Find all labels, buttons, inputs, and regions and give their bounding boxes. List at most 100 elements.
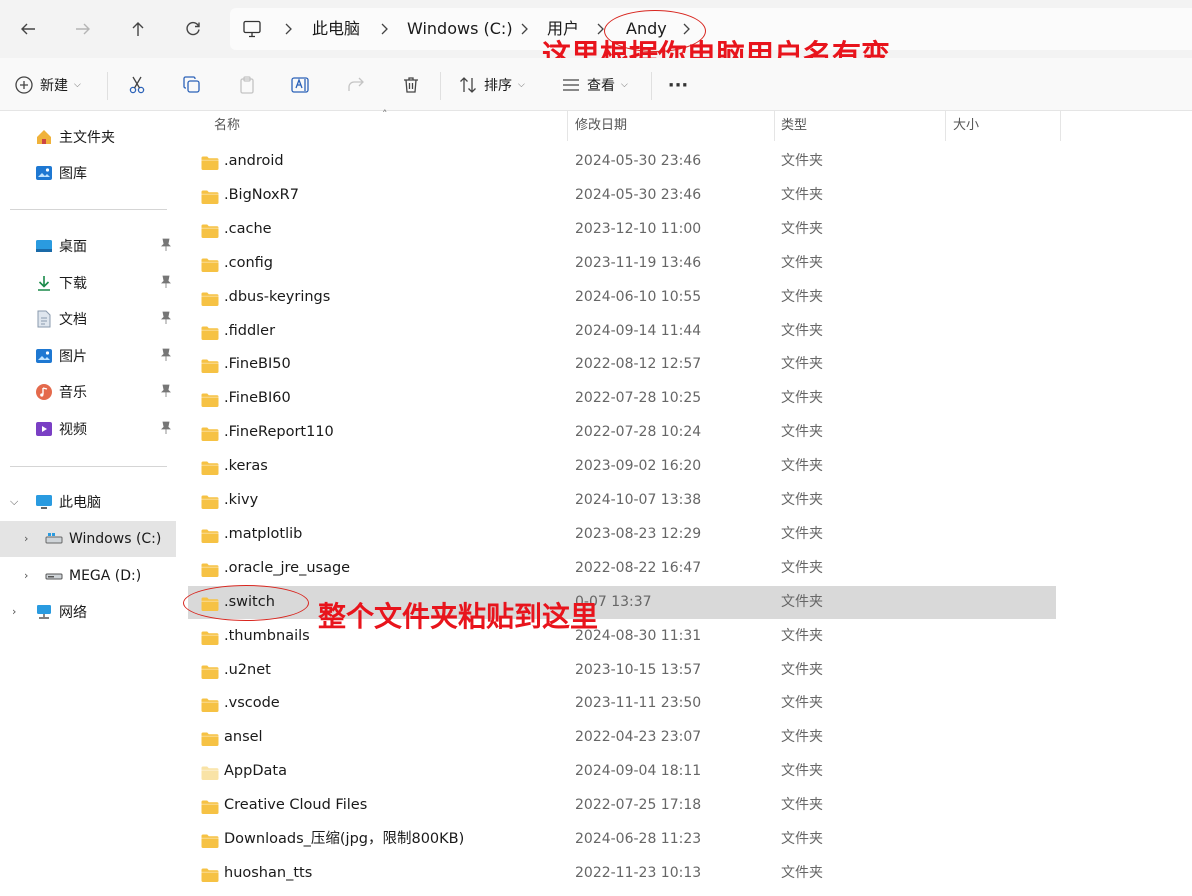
chevron-right-icon[interactable]: › bbox=[12, 605, 16, 618]
chevron-down-icon: ⌵ bbox=[621, 80, 628, 90]
paste-button[interactable] bbox=[234, 68, 260, 102]
pc-icon bbox=[35, 493, 53, 511]
rename-button[interactable] bbox=[288, 68, 314, 102]
breadcrumb-this-pc[interactable]: 此电脑 bbox=[312, 8, 360, 50]
pin-icon[interactable] bbox=[160, 238, 172, 256]
delete-button[interactable] bbox=[398, 68, 424, 102]
file-name: .oracle_jre_usage bbox=[224, 559, 351, 576]
sidebar-item-network[interactable]: 网络 bbox=[35, 594, 175, 630]
pin-icon[interactable] bbox=[160, 311, 172, 329]
file-name: .BigNoxR7 bbox=[224, 186, 299, 203]
chevron-right-icon[interactable]: › bbox=[24, 569, 28, 582]
file-row[interactable]: .android 2024-05-30 23:46 文件夹 bbox=[188, 145, 1056, 178]
file-type: 文件夹 bbox=[781, 864, 823, 881]
pin-icon[interactable] bbox=[160, 348, 172, 366]
file-date: 2022-08-22 16:47 bbox=[575, 559, 702, 576]
sidebar-item-label: 音乐 bbox=[59, 385, 87, 401]
share-button[interactable] bbox=[343, 68, 369, 102]
back-button[interactable] bbox=[10, 10, 46, 48]
file-date: 2024-10-07 13:38 bbox=[575, 492, 702, 508]
file-row[interactable]: .config 2023-11-19 13:46 文件夹 bbox=[188, 247, 1056, 280]
pin-icon[interactable] bbox=[160, 275, 172, 293]
sidebar-item-label: 图库 bbox=[59, 166, 87, 182]
file-row[interactable]: AppData 2024-09-04 18:11 文件夹 bbox=[188, 755, 1056, 788]
new-label: 新建 bbox=[40, 78, 68, 94]
arrow-right-icon bbox=[76, 23, 90, 35]
sidebar-item-label: Windows (C:) bbox=[69, 531, 162, 547]
column-header-size[interactable]: 大小 bbox=[953, 111, 979, 141]
file-row[interactable]: .oracle_jre_usage 2022-08-22 16:47 文件夹 bbox=[188, 552, 1056, 585]
new-button[interactable]: 新建 ⌵ bbox=[14, 68, 81, 102]
file-type: 文件夹 bbox=[781, 390, 823, 407]
up-button[interactable] bbox=[120, 10, 156, 48]
column-header-type[interactable]: 类型 bbox=[781, 111, 807, 141]
file-row[interactable]: .FineBI50 2022-08-12 12:57 文件夹 bbox=[188, 348, 1056, 381]
sidebar-item-downloads[interactable]: 下载 bbox=[35, 265, 176, 301]
file-row[interactable]: .vscode 2023-11-11 23:50 文件夹 bbox=[188, 687, 1056, 720]
cut-button[interactable] bbox=[124, 68, 150, 102]
chevron-right-icon[interactable]: › bbox=[24, 532, 28, 545]
column-divider[interactable] bbox=[774, 111, 775, 141]
sidebar-item-music[interactable]: 音乐 bbox=[35, 374, 176, 410]
file-type: 文件夹 bbox=[781, 458, 823, 475]
file-row[interactable]: huoshan_tts 2022-11-23 10:13 文件夹 bbox=[188, 857, 1056, 890]
chevron-down-icon[interactable]: ⌵ bbox=[10, 495, 18, 509]
file-name: .android bbox=[224, 153, 284, 169]
file-row[interactable]: .fiddler 2024-09-14 11:44 文件夹 bbox=[188, 315, 1056, 348]
home-icon bbox=[35, 128, 53, 146]
copy-button[interactable] bbox=[179, 68, 205, 102]
file-date: 2024-05-30 23:46 bbox=[575, 186, 702, 203]
file-type: 文件夹 bbox=[781, 729, 823, 746]
folder-icon bbox=[201, 528, 219, 547]
file-row[interactable]: .BigNoxR7 2024-05-30 23:46 文件夹 bbox=[188, 179, 1056, 212]
rename-icon bbox=[291, 77, 309, 93]
pin-icon[interactable] bbox=[160, 384, 172, 402]
file-row[interactable]: .FineReport110 2022-07-28 10:24 文件夹 bbox=[188, 416, 1056, 449]
file-name: .config bbox=[224, 254, 273, 271]
file-row[interactable]: .kivy 2024-10-07 13:38 文件夹 bbox=[188, 484, 1056, 517]
file-name: .u2net bbox=[224, 661, 271, 678]
folder-icon bbox=[201, 223, 219, 242]
file-row[interactable]: .keras 2023-09-02 16:20 文件夹 bbox=[188, 450, 1056, 483]
file-type: 文件夹 bbox=[781, 661, 823, 678]
pin-icon[interactable] bbox=[160, 421, 172, 439]
file-row[interactable]: .FineBI60 2022-07-28 10:25 文件夹 bbox=[188, 382, 1056, 415]
file-row[interactable]: .u2net 2023-10-15 13:57 文件夹 bbox=[188, 654, 1056, 687]
file-date: 2024-09-14 11:44 bbox=[575, 322, 702, 339]
sidebar-item-pictures[interactable]: 图片 bbox=[35, 338, 176, 374]
column-header-name[interactable]: 名称 bbox=[214, 111, 240, 141]
file-date: 2022-07-25 17:18 bbox=[575, 797, 702, 814]
more-options-button[interactable]: ··· bbox=[664, 68, 692, 102]
file-type: 文件夹 bbox=[781, 559, 823, 576]
file-row[interactable]: ansel 2022-04-23 23:07 文件夹 bbox=[188, 721, 1056, 754]
file-type: 文件夹 bbox=[781, 525, 823, 542]
file-type: 文件夹 bbox=[781, 322, 823, 339]
sidebar-item-windows-c[interactable]: Windows (C:) bbox=[45, 521, 175, 557]
forward-button[interactable] bbox=[65, 10, 101, 48]
file-row[interactable]: .dbus-keyrings 2024-06-10 10:55 文件夹 bbox=[188, 281, 1056, 314]
file-row[interactable]: .cache 2023-12-10 11:00 文件夹 bbox=[188, 213, 1056, 246]
sidebar-item-desktop[interactable]: 桌面 bbox=[35, 228, 176, 264]
sidebar-item-gallery[interactable]: 图库 bbox=[35, 155, 175, 191]
file-row[interactable]: .matplotlib 2023-08-23 12:29 文件夹 bbox=[188, 518, 1056, 551]
sidebar-item-documents[interactable]: 文档 bbox=[35, 301, 176, 337]
file-row[interactable]: Creative Cloud Files 2022-07-25 17:18 文件夹 bbox=[188, 789, 1056, 822]
sidebar-item-videos[interactable]: 视频 bbox=[35, 411, 176, 447]
refresh-button[interactable] bbox=[175, 10, 211, 48]
sidebar-item-home[interactable]: 主文件夹 bbox=[35, 119, 175, 155]
column-divider[interactable] bbox=[945, 111, 946, 141]
column-header-date[interactable]: 修改日期 bbox=[575, 111, 627, 141]
sort-button[interactable]: 排序 ⌵ bbox=[458, 68, 525, 102]
sidebar-item-mega-d[interactable]: MEGA (D:) bbox=[45, 558, 175, 594]
folder-icon bbox=[201, 664, 219, 683]
column-divider[interactable] bbox=[567, 111, 568, 141]
file-type: 文件夹 bbox=[781, 186, 823, 203]
sidebar-item-this-pc[interactable]: 此电脑 bbox=[35, 484, 175, 520]
column-divider[interactable] bbox=[1060, 111, 1061, 141]
sidebar-item-label: 文档 bbox=[59, 312, 87, 328]
view-button[interactable]: 查看 ⌵ bbox=[561, 68, 628, 102]
file-name: Downloads_压缩(jpg，限制800KB) bbox=[224, 831, 465, 847]
file-row[interactable]: Downloads_压缩(jpg，限制800KB) 2024-06-28 11:2… bbox=[188, 823, 1056, 856]
folder-icon bbox=[201, 392, 219, 411]
breadcrumb-windows-c[interactable]: Windows (C:) bbox=[407, 8, 513, 50]
